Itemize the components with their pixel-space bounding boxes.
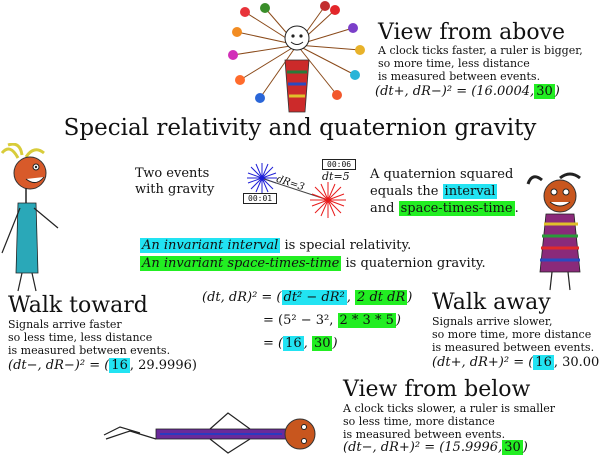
below-description: A clock ticks slower, a ruler is smaller… (343, 402, 555, 441)
center-row-2-product: 2 * 3 * 5 (337, 313, 396, 328)
events-label-line-1: Two events (135, 166, 210, 181)
center-row-2-close: ) (395, 313, 401, 328)
above-line-1: A clock ticks faster, a ruler is bigger, (378, 44, 583, 57)
figure-walk-toward (0, 143, 59, 292)
quat-line-3-pre: and (370, 201, 395, 216)
statement-1-rest: is special relativity. (284, 238, 412, 253)
toward-heading: Walk toward (8, 293, 148, 318)
above-line-2: so more time, less distance (378, 57, 530, 70)
quat-line-2: equals the interval (370, 183, 519, 200)
center-row-1-comma: , (346, 290, 351, 305)
away-eq-left: (dt+, dR+)² = ( (432, 355, 534, 370)
above-line-3: is measured between events. (378, 70, 541, 83)
quat-line-2-pre: equals the (370, 184, 439, 199)
dt-label: dt=5 (322, 170, 350, 183)
away-description: Signals arrive slower, so more time, mor… (432, 315, 594, 354)
events-label-line-2: with gravity (135, 182, 215, 197)
statement-2-highlight: An invariant space-times-time (140, 256, 342, 271)
away-line-3: is measured between events. (432, 341, 595, 354)
above-eq-left: (dt+, dR−)² = (16.0004, (375, 84, 535, 99)
toward-description: Signals arrive faster so less time, less… (8, 318, 170, 357)
away-heading: Walk away (432, 290, 551, 315)
center-row-2: = (5² − 3², 2 * 3 * 5) (263, 313, 401, 328)
figure-from-below (103, 412, 316, 454)
statement-2: An invariant space-times-time is quatern… (140, 255, 486, 273)
center-row-3-sixteen: 16 (283, 336, 304, 351)
away-eq-highlight: 16 (533, 355, 554, 370)
above-heading: View from above (378, 20, 566, 45)
center-row-3-close: ) (332, 336, 338, 351)
clock-right: 00:06 (322, 159, 357, 170)
center-row-1: (dt, dR)² = (dt² − dR², 2 dt dR) (202, 290, 412, 305)
above-eq-highlight: 30 (534, 84, 555, 99)
statement-2-rest: is quaternion gravity. (345, 256, 486, 271)
below-line-1: A clock ticks slower, a ruler is smaller (343, 402, 556, 415)
center-row-2-left: = (5² − 3², (263, 313, 334, 328)
below-heading: View from below (343, 377, 531, 402)
center-row-1-left: (dt, dR)² = ( (202, 290, 282, 305)
center-row-3-left: = ( (263, 336, 284, 351)
above-description: A clock ticks faster, a ruler is bigger,… (378, 44, 593, 83)
away-line-2: so more time, more distance (432, 328, 592, 341)
quat-interval-highlight: interval (442, 184, 498, 199)
below-eq-left: (dt−, dR+)² = (15.9996, (343, 440, 503, 455)
quat-line-1: A quaternion squared (370, 167, 514, 182)
clock-left: 00:01 (243, 193, 278, 204)
figure-walk-away (526, 172, 581, 291)
quat-space-times-time-highlight: space-times-time (398, 201, 515, 216)
toward-equation: (dt−, dR−)² = (16, 29.9996) (8, 358, 197, 373)
center-row-1-product: 2 dt dR (355, 290, 408, 305)
toward-line-3: is measured between events. (8, 344, 171, 357)
center-row-3: = (16, 30) (263, 336, 338, 351)
away-eq-rest: , 30.0004) (553, 355, 600, 370)
statements: An invariant interval is special relativ… (140, 237, 486, 273)
below-equation: (dt−, dR+)² = (15.9996, 30) (343, 440, 528, 455)
below-line-2: so less time, more distance (343, 415, 495, 428)
statement-1-highlight: An invariant interval (140, 238, 281, 253)
away-line-1: Signals arrive slower, (432, 315, 553, 328)
toward-eq-left: (dt−, dR−)² = ( (8, 358, 110, 373)
away-equation: (dt+, dR+)² = (16, 30.0004) (432, 355, 600, 370)
toward-line-2: so less time, less distance (8, 331, 153, 344)
below-eq-close: ) (522, 440, 528, 455)
toward-eq-highlight: 16 (109, 358, 130, 373)
quaternion-text: A quaternion squared equals the interval… (370, 166, 519, 217)
statement-1: An invariant interval is special relativ… (140, 237, 486, 255)
figure-from-above (228, 1, 365, 113)
above-equation: (dt+, dR−)² = (16.0004, 30) (375, 84, 560, 99)
center-row-1-close: ) (407, 290, 413, 305)
above-eq-close: ) (554, 84, 560, 99)
center-row-1-interval: dt² − dR² (281, 290, 347, 305)
toward-eq-rest: , 29.9996) (129, 358, 197, 373)
toward-line-1: Signals arrive faster (8, 318, 122, 331)
events-label: Two events with gravity (135, 166, 214, 198)
quat-line-3-post: . (514, 201, 519, 216)
quat-line-3: and space-times-time. (370, 200, 519, 217)
below-eq-highlight: 30 (502, 440, 523, 455)
center-row-3-comma: , (303, 336, 308, 351)
page-title: Special relativity and quaternion gravit… (63, 115, 537, 141)
center-row-3-thirty: 30 (311, 336, 333, 351)
